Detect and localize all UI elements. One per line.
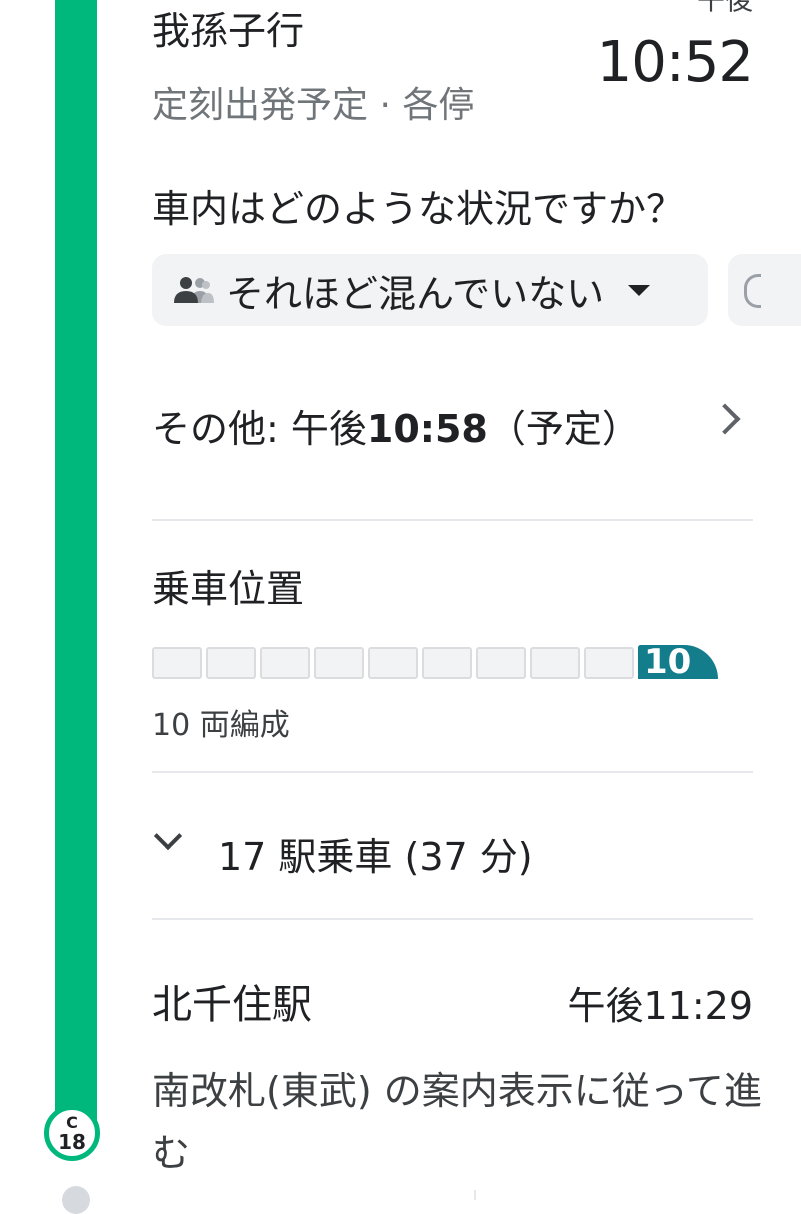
crowding-chip-next[interactable] bbox=[728, 254, 801, 326]
other-suffix: （予定） bbox=[487, 407, 640, 451]
destination-title: 我孫子行 bbox=[152, 9, 305, 53]
other-prefix: その他: 午後 bbox=[152, 407, 367, 451]
station-code-number: 18 bbox=[58, 1129, 86, 1154]
ride-stops-toggle[interactable]: 17 駅乗車 (37 分) bbox=[218, 826, 533, 881]
train-car bbox=[368, 647, 418, 679]
other-time: 10:58 bbox=[366, 407, 488, 451]
partial-icon bbox=[744, 274, 761, 308]
crowding-question: 車内はどのような状況ですか？ bbox=[152, 187, 685, 231]
dropdown-caret-icon bbox=[628, 284, 651, 296]
next-stop-dot bbox=[62, 1186, 90, 1214]
departure-status: 定刻出発予定 · 各停 bbox=[152, 85, 475, 126]
station-code-line: C bbox=[66, 1112, 78, 1132]
train-car bbox=[476, 647, 526, 679]
divider bbox=[152, 519, 753, 521]
exit-instruction: 南改札(東武) の案内表示に従って進む bbox=[152, 1069, 762, 1175]
crowding-selected-label: それほど混んでいない bbox=[226, 271, 605, 316]
arrival-station: 北千住駅 bbox=[152, 982, 312, 1028]
train-car bbox=[260, 647, 310, 679]
divider-tick bbox=[474, 1190, 476, 1200]
train-car bbox=[584, 647, 634, 679]
chevron-right-icon[interactable] bbox=[709, 403, 741, 435]
people-icon bbox=[172, 273, 216, 307]
train-formation: 10 両編成 bbox=[152, 708, 290, 743]
departure-time-period: 午後 bbox=[697, 0, 753, 18]
train-car bbox=[152, 647, 202, 679]
train-car bbox=[206, 647, 256, 679]
train-car-lead: 10 bbox=[638, 642, 718, 682]
train-cars-diagram: 10 bbox=[152, 642, 718, 682]
departure-time: 10:52 bbox=[596, 30, 754, 95]
crowding-dropdown[interactable]: それほど混んでいない bbox=[152, 254, 708, 326]
route-line-bar bbox=[55, 0, 97, 1125]
station-code-badge: C 18 bbox=[44, 1105, 100, 1161]
train-car bbox=[314, 647, 364, 679]
divider bbox=[152, 918, 753, 920]
other-departures-row[interactable]: その他: 午後10:58（予定） bbox=[152, 398, 640, 453]
train-car bbox=[422, 647, 472, 679]
chevron-down-icon[interactable] bbox=[153, 821, 183, 851]
arrival-time: 午後11:29 bbox=[567, 984, 753, 1028]
boarding-position-title: 乗車位置 bbox=[152, 567, 305, 611]
divider bbox=[152, 771, 753, 773]
train-car bbox=[530, 647, 580, 679]
